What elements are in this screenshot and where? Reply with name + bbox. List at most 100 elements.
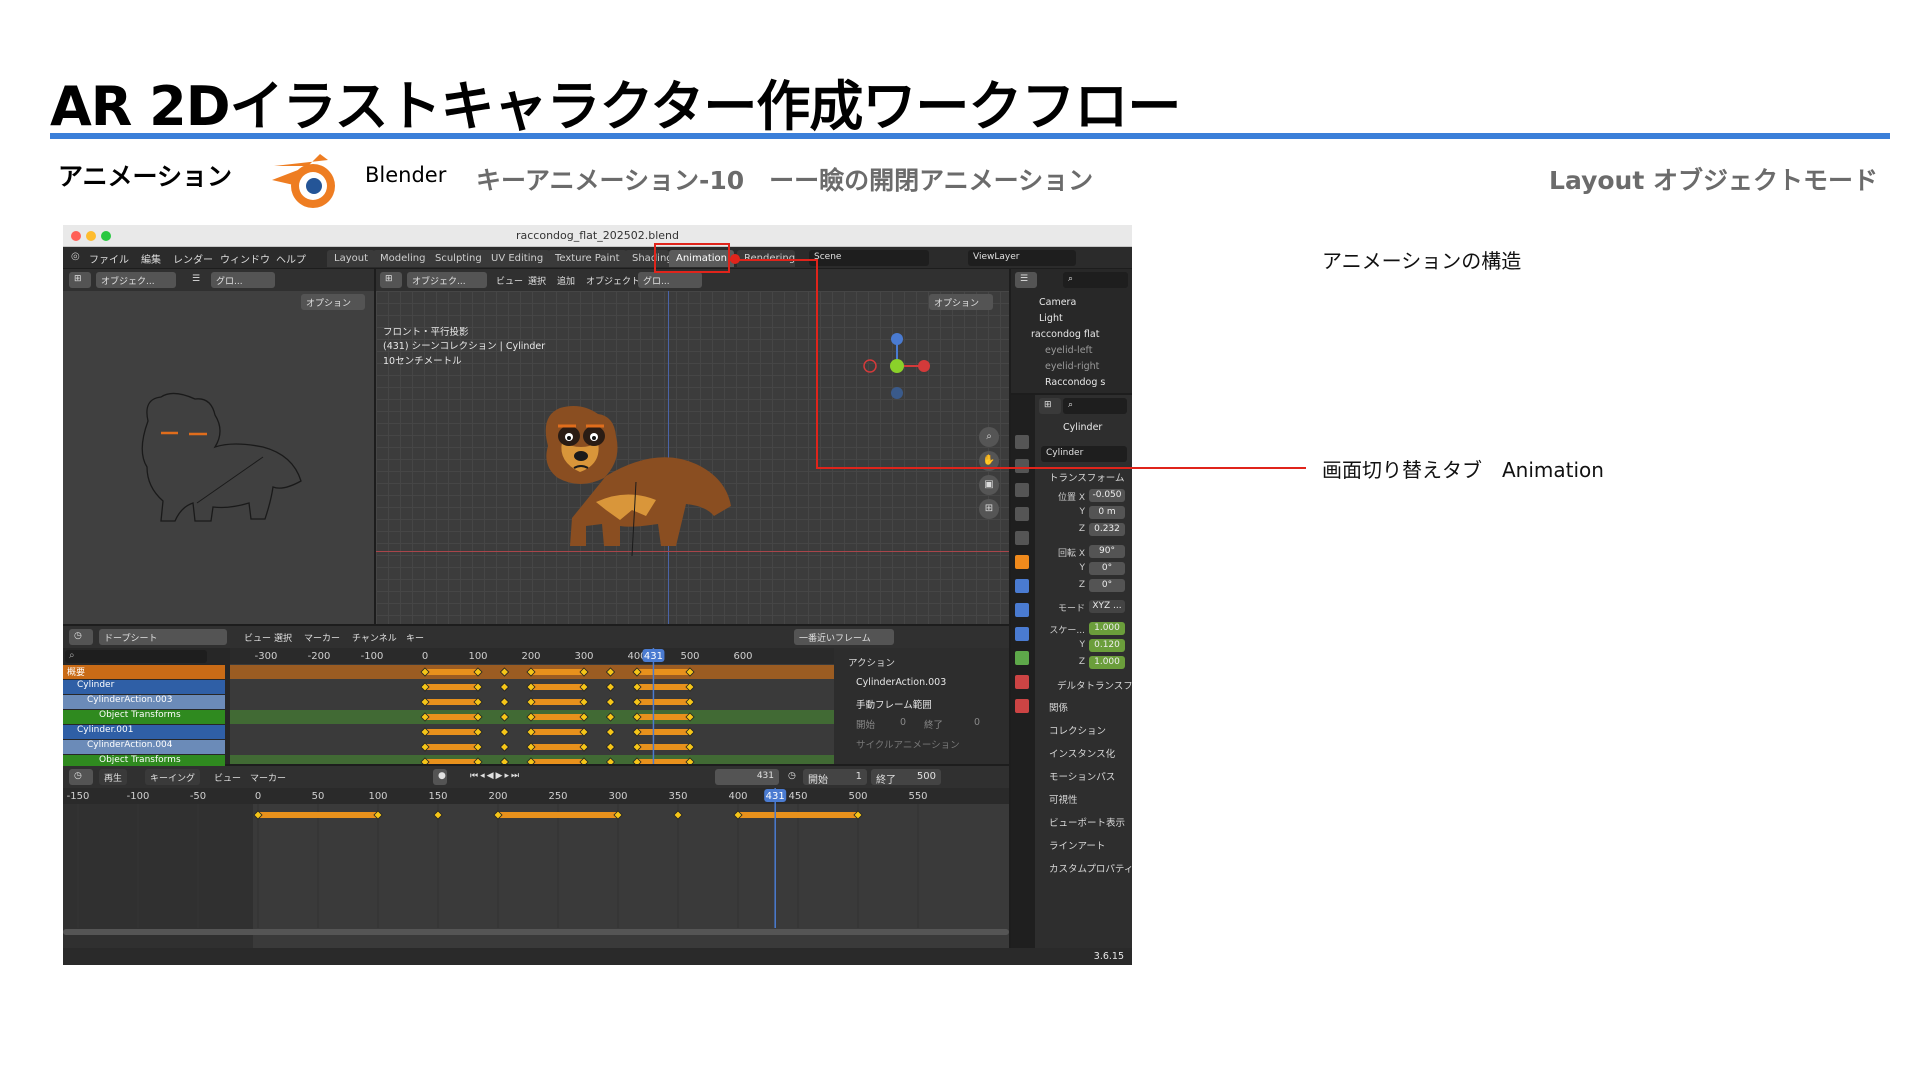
left-mode-dropdown[interactable]: オブジェク... <box>96 272 176 288</box>
view-layer-tab-icon[interactable] <box>1015 507 1029 521</box>
channel-object-transforms-1[interactable]: Object Transforms <box>63 710 225 724</box>
dopesheet-keyframe[interactable] <box>685 757 695 764</box>
physics-tab-icon[interactable] <box>1015 603 1029 617</box>
scene-selector[interactable]: Scene <box>809 250 929 266</box>
relations-section[interactable]: 関係 <box>1049 700 1068 714</box>
dopesheet-hold-bar[interactable] <box>425 699 478 705</box>
viewport-display-section[interactable]: ビューポート表示 <box>1049 815 1125 829</box>
menu-render[interactable]: レンダー <box>173 251 213 266</box>
dopesheet-hold-bar[interactable] <box>425 744 478 750</box>
timeline-menu-playback[interactable]: 再生 <box>99 769 128 785</box>
view-layer-selector[interactable]: ViewLayer <box>968 250 1076 266</box>
dopesheet-hold-bar[interactable] <box>637 684 690 690</box>
manual-frame-range-checkbox[interactable]: 手動フレーム範囲 <box>856 697 932 711</box>
main-editor-type-icon[interactable]: ⊞ <box>380 272 402 288</box>
dopesheet-keyframe[interactable] <box>605 712 616 722</box>
custom-properties-section[interactable]: カスタムプロパティ <box>1049 861 1132 875</box>
location-x-field[interactable]: -0.050 <box>1089 489 1125 502</box>
dopesheet-hold-bar[interactable] <box>531 699 584 705</box>
outliner-item-light[interactable]: Light <box>1039 313 1063 324</box>
dopesheet-mode-dropdown[interactable]: ドープシート <box>99 629 227 645</box>
navigation-gizmo-icon[interactable] <box>862 331 932 401</box>
tab-layout[interactable]: Layout <box>327 250 375 267</box>
instancing-section[interactable]: インスタンス化 <box>1049 746 1115 760</box>
dopesheet-hold-bar[interactable] <box>531 744 584 750</box>
timeline-area[interactable]: -150 -100 -50 0 50 100 150 200 250 300 350 400 450 50… <box>63 788 1009 948</box>
dopesheet-keyframe[interactable] <box>499 667 510 677</box>
dopesheet-hold-bar[interactable] <box>531 714 584 720</box>
blender-menu-icon[interactable]: ◎ <box>71 251 80 262</box>
dopesheet-hold-bar[interactable] <box>425 729 478 735</box>
dopesheet-keyframe[interactable] <box>526 757 536 764</box>
outliner-item-raccondog[interactable]: Raccondog s <box>1045 377 1105 388</box>
dopesheet-keyframe[interactable] <box>499 697 510 707</box>
zoom-icon[interactable]: ⌕ <box>979 427 999 447</box>
record-icon[interactable]: ● <box>433 769 447 785</box>
collection-section[interactable]: コレクション <box>1049 723 1106 737</box>
material-tab-icon[interactable] <box>1015 675 1029 689</box>
left-global-dropdown[interactable]: グロ... <box>211 272 275 288</box>
data-tab-icon[interactable] <box>1015 651 1029 665</box>
channel-cylinder-001[interactable]: Cylinder.001 <box>63 725 225 739</box>
playback-controls-icon[interactable]: ⏮◂◀▶▸⏭ <box>465 769 555 785</box>
timeline-menu-marker[interactable]: マーカー <box>245 769 291 785</box>
main-global-dropdown[interactable]: グロ... <box>638 272 702 288</box>
dopesheet-hold-bar[interactable] <box>637 714 690 720</box>
rotation-y-field[interactable]: 0° <box>1089 562 1125 575</box>
tab-sculpting[interactable]: Sculpting <box>428 250 489 267</box>
visibility-section[interactable]: 可視性 <box>1049 792 1078 806</box>
properties-editor-icon[interactable]: ⊞ <box>1039 398 1061 414</box>
camera-view-icon[interactable]: ▣ <box>979 475 999 495</box>
dopesheet-hold-bar[interactable] <box>637 669 690 675</box>
outliner-search-input[interactable]: ⌕ <box>1063 272 1128 288</box>
scale-y-field[interactable]: 0.120 <box>1089 639 1125 652</box>
rotation-z-field[interactable]: 0° <box>1089 579 1125 592</box>
dopesheet-hold-bar[interactable] <box>425 684 478 690</box>
timeline-hold-bar[interactable] <box>738 812 858 818</box>
current-frame-field[interactable]: 431 <box>715 769 779 785</box>
dopesheet-menu-marker[interactable]: マーカー <box>299 629 345 645</box>
outliner-item-collection[interactable]: raccondog flat <box>1031 329 1099 340</box>
dopesheet-keyframes[interactable]: -300 -200 -100 0 100 200 300 400 500 600431 <box>230 648 834 764</box>
dopesheet-keyframe[interactable] <box>499 757 510 764</box>
menu-edit[interactable]: 編集 <box>141 251 161 266</box>
object-tab-icon[interactable] <box>1015 555 1029 569</box>
dopesheet-keyframe[interactable] <box>420 757 430 764</box>
rotation-x-field[interactable]: 90° <box>1089 545 1125 558</box>
cyclic-animation-checkbox[interactable]: サイクルアニメーション <box>856 737 960 751</box>
transform-section-header[interactable]: トランスフォーム <box>1049 470 1125 484</box>
dopesheet-keyframe[interactable] <box>605 727 616 737</box>
dopesheet-editor-icon[interactable]: ◷ <box>69 629 93 645</box>
dopesheet-hold-bar[interactable] <box>637 729 690 735</box>
line-art-section[interactable]: ラインアート <box>1049 838 1105 852</box>
timeline-keyframe[interactable] <box>673 810 683 820</box>
tab-modeling[interactable]: Modeling <box>373 250 433 267</box>
dopesheet-hold-bar[interactable] <box>425 759 478 764</box>
dopesheet-hold-bar[interactable] <box>531 729 584 735</box>
start-frame-field[interactable]: 1 <box>856 771 862 782</box>
scale-z-field[interactable]: 1.000 <box>1089 656 1125 669</box>
dopesheet-keyframe[interactable] <box>605 757 616 764</box>
dopesheet-menu-key[interactable]: キー <box>401 629 429 645</box>
outliner-item-camera[interactable]: Camera <box>1039 297 1076 308</box>
dopesheet-keyframe[interactable] <box>473 757 483 764</box>
dopesheet-keys-area[interactable]: -300 -200 -100 0 100 200 300 400 500 600 431 <box>230 648 834 764</box>
timeline-editor-icon[interactable]: ◷ <box>69 769 93 785</box>
grid-view-icon[interactable]: ⊞ <box>979 499 999 519</box>
range-start-field[interactable]: 0 <box>900 717 906 728</box>
snap-dropdown[interactable]: 一番近いフレーム <box>794 629 894 645</box>
timeline-menu-view[interactable]: ビュー <box>209 769 246 785</box>
properties-search-input[interactable]: ⌕ <box>1063 398 1127 414</box>
timeline-keyframe[interactable] <box>433 810 443 820</box>
dopesheet-keyframe[interactable] <box>499 727 510 737</box>
main-options-button[interactable]: オプション <box>929 294 993 310</box>
scale-x-field[interactable]: 1.000 <box>1089 622 1125 635</box>
left-options-button[interactable]: オプション <box>301 294 365 310</box>
location-y-field[interactable]: 0 m <box>1089 506 1125 519</box>
dopesheet-hold-bar[interactable] <box>425 714 478 720</box>
dopesheet-keyframe[interactable] <box>605 697 616 707</box>
tool-tab-icon[interactable] <box>1015 435 1029 449</box>
left-viewport[interactable]: オプション <box>63 291 374 624</box>
range-end-field[interactable]: 0 <box>974 717 980 728</box>
modifier-tab-icon[interactable] <box>1015 579 1029 593</box>
